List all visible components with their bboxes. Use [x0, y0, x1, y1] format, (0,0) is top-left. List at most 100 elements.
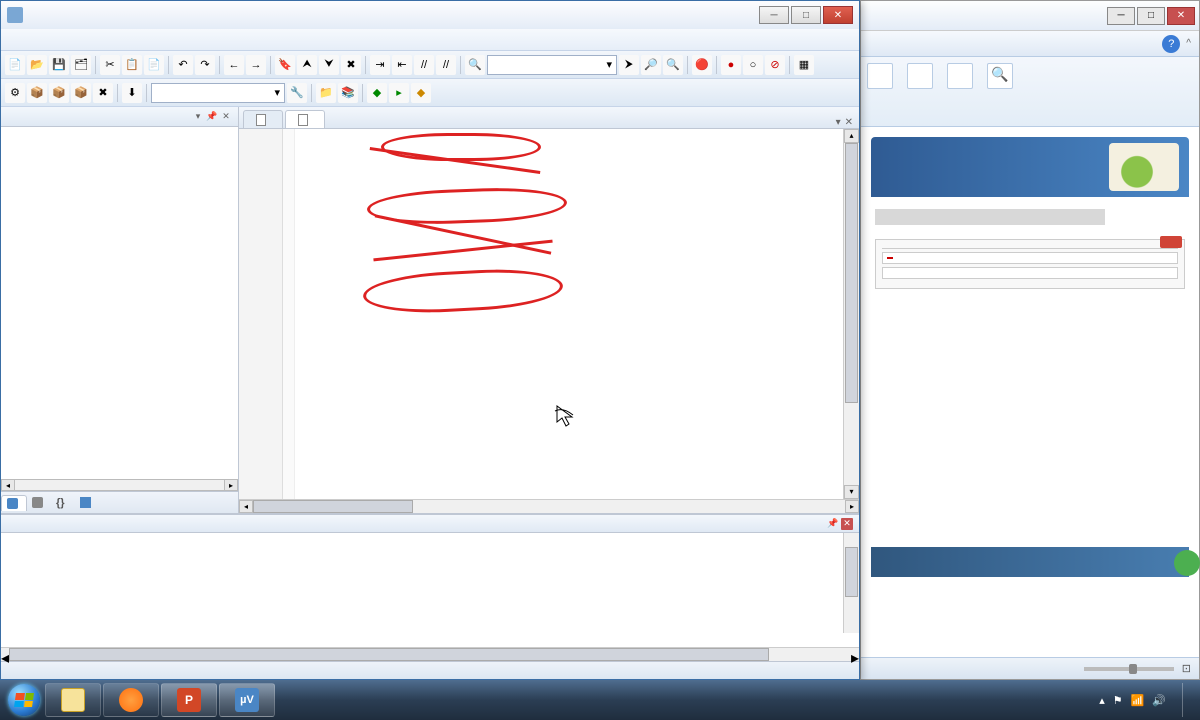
tb-pack-icon[interactable]: ◆	[411, 83, 431, 103]
project-hscroll[interactable]: ◂▸	[1, 479, 238, 491]
tray-volume-icon[interactable]: 🔊	[1152, 694, 1166, 707]
menu-debug[interactable]	[85, 38, 101, 42]
menu-peripherals[interactable]	[101, 38, 117, 42]
tb-comment-icon[interactable]: //	[414, 55, 434, 75]
output-hscroll[interactable]: ◂▸	[1, 647, 859, 661]
tab-books[interactable]	[27, 495, 51, 510]
tb-uncomment-icon[interactable]: //	[436, 55, 456, 75]
tb-cut-icon[interactable]: ✂	[100, 55, 120, 75]
ppt-tool-quick[interactable]	[947, 63, 973, 91]
tb-bp-kill-icon[interactable]: ⊘	[765, 55, 785, 75]
tb-step-icon[interactable]: ▸	[389, 83, 409, 103]
ppt-minimize-button[interactable]: ─	[1107, 7, 1135, 25]
menu-window[interactable]	[149, 38, 165, 42]
tb-build-icon[interactable]: 📦	[27, 83, 47, 103]
tb-window-icon[interactable]: ▦	[794, 55, 814, 75]
tb-find-icon[interactable]: 🔍	[465, 55, 485, 75]
tb-outdent-icon[interactable]: ⇤	[392, 55, 412, 75]
tb-options-icon[interactable]: 🔧	[287, 83, 307, 103]
tb-paste-icon[interactable]: 📄	[144, 55, 164, 75]
tb-bookmark-icon[interactable]: 🔖	[275, 55, 295, 75]
menu-svcs[interactable]	[133, 38, 149, 42]
editor-tab-close-icon[interactable]: ✕	[845, 117, 853, 128]
ppt-tool-edit[interactable]: 🔍	[987, 63, 1013, 91]
panel-close-icon[interactable]: ✕	[220, 111, 232, 123]
ppt-tool-arrange[interactable]	[907, 63, 933, 91]
taskbar-item-powerpoint[interactable]: P	[161, 683, 217, 717]
tb-manage-icon[interactable]: 📁	[316, 83, 336, 103]
tb-find-combo[interactable]: ▾	[487, 55, 617, 75]
tb-download-icon[interactable]: ⬇	[122, 83, 142, 103]
project-tree[interactable]	[1, 127, 238, 479]
editor-tab-main[interactable]	[243, 110, 283, 128]
panel-pin-icon[interactable]: 📌	[206, 111, 218, 123]
sticky-badge[interactable]	[1174, 550, 1200, 576]
menu-file[interactable]	[5, 38, 21, 42]
menu-help[interactable]	[165, 38, 181, 42]
build-output-text[interactable]	[1, 533, 859, 647]
tb-run-icon[interactable]: ◆	[367, 83, 387, 103]
tb-open-icon[interactable]: 📂	[27, 55, 47, 75]
editor-tab-dropdown-icon[interactable]: ▾	[836, 117, 841, 128]
tb-batch-icon[interactable]: 📦	[71, 83, 91, 103]
tab-project[interactable]	[1, 495, 27, 511]
tb-new-icon[interactable]: 📄	[5, 55, 25, 75]
panel-pin-icon[interactable]: 📌	[827, 518, 839, 530]
editor-vscroll[interactable]: ▴▾	[843, 129, 859, 499]
tb-fwd-icon[interactable]: →	[246, 55, 266, 75]
uv-maximize-button[interactable]: □	[791, 6, 821, 24]
tb-back-icon[interactable]: ←	[224, 55, 244, 75]
menu-view[interactable]	[37, 38, 53, 42]
code-text[interactable]	[295, 129, 843, 499]
menu-edit[interactable]	[21, 38, 37, 42]
start-button[interactable]	[4, 680, 44, 720]
tb-translate-icon[interactable]: ⚙	[5, 83, 25, 103]
ppt-help-icon[interactable]: ?	[1162, 35, 1180, 53]
tb-bookmark-next-icon[interactable]: ⮟	[319, 55, 339, 75]
tb-rebuild-icon[interactable]: 📦	[49, 83, 69, 103]
taskbar-item-explorer[interactable]	[45, 683, 101, 717]
tray-flag-icon[interactable]: ⚑	[1113, 694, 1123, 707]
tab-templates[interactable]	[75, 495, 99, 510]
tb-target-combo[interactable]: ▾	[151, 83, 285, 103]
show-desktop-button[interactable]	[1182, 683, 1190, 717]
ppt-maximize-button[interactable]: □	[1137, 7, 1165, 25]
ppt-collapse-ribbon-icon[interactable]: ^	[1186, 38, 1191, 49]
code-area[interactable]: ▴▾	[239, 129, 859, 499]
menu-project[interactable]	[53, 38, 69, 42]
uv-close-button[interactable]: ✕	[823, 6, 853, 24]
taskbar-item-foxit[interactable]	[103, 683, 159, 717]
output-vscroll[interactable]	[843, 533, 859, 633]
tb-bp-disable-icon[interactable]: ○	[743, 55, 763, 75]
tb-stop-icon[interactable]: ✖	[93, 83, 113, 103]
tb-redo-icon[interactable]: ↷	[195, 55, 215, 75]
tb-books-icon[interactable]: 📚	[338, 83, 358, 103]
tb-bookmark-prev-icon[interactable]: ⮝	[297, 55, 317, 75]
panel-dropdown-icon[interactable]: ▾	[192, 111, 204, 123]
ppt-tab-view[interactable]	[869, 40, 893, 48]
tab-functions[interactable]: {}	[51, 495, 75, 510]
menu-tools[interactable]	[117, 38, 133, 42]
taskbar-item-uvision[interactable]: µV	[219, 683, 275, 717]
tray-expand-icon[interactable]: ▴	[1099, 694, 1105, 707]
tb-copy-icon[interactable]: 📋	[122, 55, 142, 75]
tb-bookmark-clear-icon[interactable]: ✖	[341, 55, 361, 75]
tb-find-next-icon[interactable]: ⮞	[619, 55, 639, 75]
fold-column[interactable]	[283, 129, 295, 499]
tb-debug-icon[interactable]: 🔴	[692, 55, 712, 75]
tb-indent-icon[interactable]: ⇥	[370, 55, 390, 75]
editor-hscroll[interactable]: ◂▸	[239, 499, 859, 513]
ppt-tool-shape[interactable]	[867, 63, 893, 91]
panel-close-icon[interactable]: ✕	[841, 518, 853, 530]
tb-save-icon[interactable]: 💾	[49, 55, 69, 75]
tb-find-files-icon[interactable]: 🔎	[641, 55, 661, 75]
ppt-fit-icon[interactable]: ⊡	[1182, 662, 1191, 675]
tray-network-icon[interactable]: 📶	[1131, 694, 1145, 707]
ppt-zoom-slider[interactable]	[1084, 667, 1174, 671]
tb-breakpoint-icon[interactable]: ●	[721, 55, 741, 75]
uv-minimize-button[interactable]: ─	[759, 6, 789, 24]
tb-saveall-icon[interactable]: 🗂	[71, 55, 91, 75]
tb-undo-icon[interactable]: ↶	[173, 55, 193, 75]
menu-flash[interactable]	[69, 38, 85, 42]
tb-incr-search-icon[interactable]: 🔍	[663, 55, 683, 75]
